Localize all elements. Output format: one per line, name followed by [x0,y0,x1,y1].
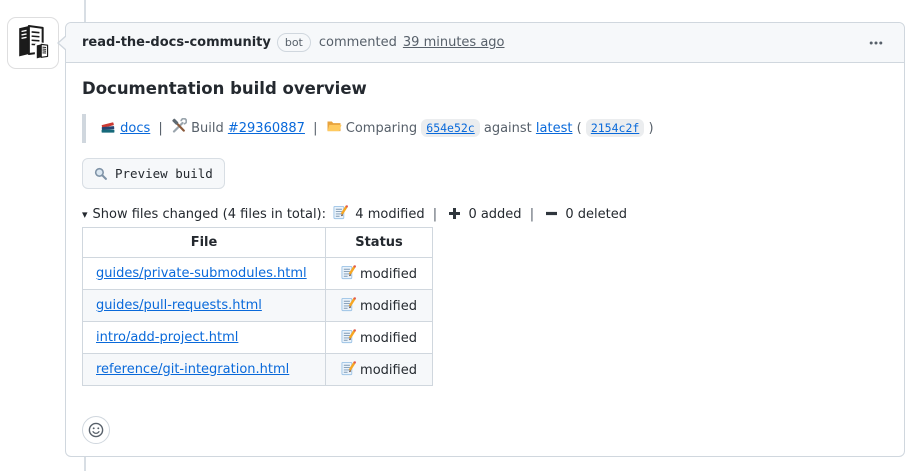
status-column-header: Status [326,228,433,258]
base-commit-link[interactable]: 2154c2f [586,119,644,137]
status-text: modified [360,331,417,346]
status-text: modified [360,267,417,282]
separator: | [309,121,321,136]
project-docs-link[interactable]: docs [120,121,150,136]
hammer-wrench-icon [171,118,187,134]
comparing-label: Comparing [346,121,417,136]
memo-icon [341,361,356,376]
preview-build-label: Preview build [115,166,213,181]
file-link[interactable]: reference/git-integration.html [96,362,289,377]
added-count: 0 added [468,207,521,222]
pr-timeline: read-the-docs-community bot commented 39… [0,0,912,471]
file-link[interactable]: guides/private-submodules.html [96,266,307,281]
comment-author-link[interactable]: read-the-docs-community [82,35,271,50]
separator: | [429,207,441,222]
files-table: File Status guides/private-submodules.ht… [82,227,433,386]
comment-action-text: commented [319,35,397,50]
open-folder-icon [326,118,342,134]
books-icon [100,118,116,134]
plus-icon [448,207,461,220]
memo-icon [341,329,356,344]
table-row: reference/git-integration.html modified [83,354,433,386]
bot-avatar[interactable] [8,18,58,68]
file-column-header: File [83,228,326,258]
memo-icon [341,265,356,280]
comment-title: Documentation build overview [82,79,888,98]
paren-close: ) [648,121,653,136]
separator: | [154,121,166,136]
bot-badge: bot [277,33,311,52]
files-table-header-row: File Status [83,228,433,258]
paren-open: ( [577,121,582,136]
read-the-docs-logo-icon [10,20,56,66]
disclosure-triangle-icon: ▾ [82,208,88,221]
build-number-link[interactable]: #29360887 [228,121,305,136]
against-label: against [484,121,532,136]
kebab-horizontal-icon [868,35,884,51]
status-text: modified [360,299,417,314]
deleted-count: 0 deleted [565,207,627,222]
comment-options-button[interactable] [864,31,888,55]
memo-icon [333,205,348,220]
comment-card: read-the-docs-community bot commented 39… [65,22,905,457]
comment-body: Documentation build overview docs | [66,63,904,460]
modified-count: 4 modified [355,207,424,222]
memo-icon [341,297,356,312]
status-text: modified [360,363,417,378]
table-row: guides/private-submodules.html modified [83,258,433,290]
table-row: intro/add-project.html modified [83,322,433,354]
preview-build-button[interactable]: Preview build [82,158,225,189]
magnifier-icon [94,167,108,181]
separator: | [526,207,538,222]
base-version-link[interactable]: latest [536,121,573,136]
comment-timestamp-link[interactable]: 39 minutes ago [403,35,505,50]
files-changed-summary[interactable]: ▾Show files changed (4 files in total): … [82,205,888,222]
build-info-quote: docs | Build #29360887 | [82,114,888,143]
build-label: Build [191,121,224,136]
head-commit-link[interactable]: 654e52c [421,119,479,137]
file-link[interactable]: guides/pull-requests.html [96,298,262,313]
table-row: guides/pull-requests.html modified [83,290,433,322]
add-reaction-button[interactable] [82,416,110,444]
files-changed-label: Show files changed (4 files in total): [93,207,326,222]
comment-header: read-the-docs-community bot commented 39… [66,23,904,63]
minus-icon [545,207,558,220]
file-link[interactable]: intro/add-project.html [96,330,238,345]
smiley-icon [88,422,104,438]
